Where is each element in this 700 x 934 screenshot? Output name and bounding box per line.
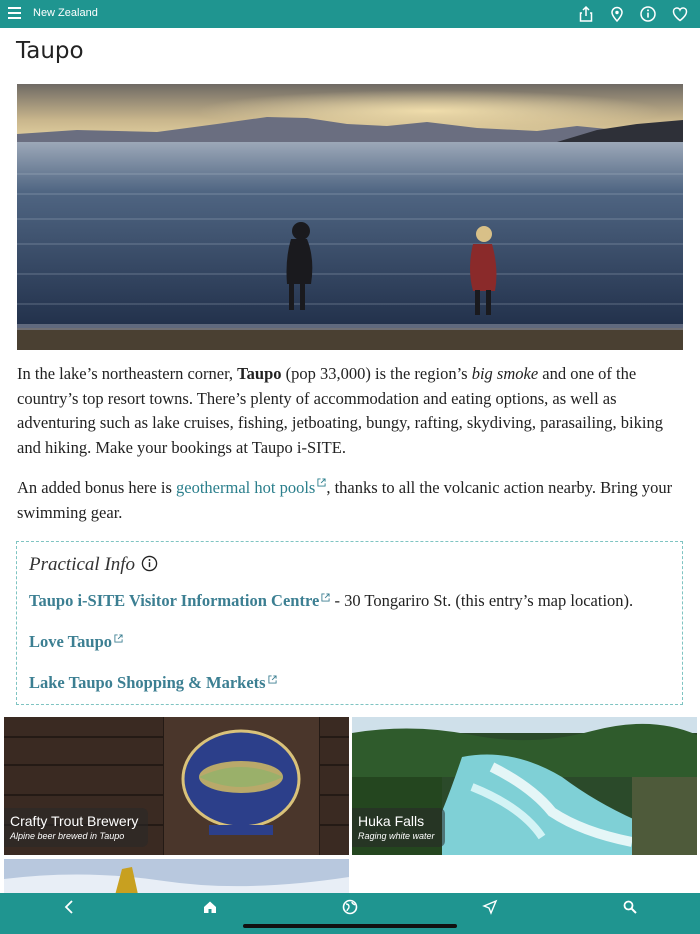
external-link-icon [268, 675, 277, 684]
intro-paragraph: In the lake’s northeastern corner, Taupo… [17, 362, 687, 460]
page-title: Taupo [16, 38, 84, 64]
info-icon[interactable] [639, 5, 657, 23]
menu-icon[interactable] [8, 7, 21, 21]
back-icon[interactable] [62, 899, 78, 915]
practical-info-box: Practical Info Taupo i-SITE Visitor Info… [16, 541, 683, 705]
practical-item-detail: - 30 Tongariro St. (this entry’s map loc… [330, 591, 634, 610]
bonus-paragraph: An added bonus here is geothermal hot po… [17, 476, 687, 525]
external-link-icon [114, 634, 123, 643]
search-icon[interactable] [622, 899, 638, 915]
heart-icon[interactable] [671, 5, 689, 23]
geothermal-link-label: geothermal hot pools [176, 478, 316, 497]
bonus-text-1: An added bonus here is [17, 478, 177, 497]
practical-info-title: Practical Info [29, 554, 136, 575]
share-icon[interactable] [577, 5, 595, 23]
love-taupo-link[interactable]: Love Taupo [29, 632, 123, 651]
map-pin-icon[interactable] [608, 5, 626, 23]
card-partial[interactable] [4, 859, 349, 893]
info-icon[interactable] [141, 555, 158, 572]
card-caption: Huka Falls Raging white water [352, 808, 445, 847]
hero-image [17, 84, 683, 350]
taupo-isite-link[interactable]: Taupo i-SITE Visitor Information Centre [29, 591, 330, 610]
card-subtitle: Raging white water [358, 831, 435, 841]
external-link-icon [321, 593, 330, 602]
globe-icon[interactable] [342, 899, 358, 915]
external-link-icon [317, 478, 326, 487]
card-subtitle: Alpine beer brewed in Taupo [10, 831, 125, 841]
card-crafty-trout-brewery[interactable]: Crafty Trout Brewery Alpine beer brewed … [4, 717, 349, 855]
card-title: Crafty Trout Brewery [10, 813, 139, 829]
lake-taupo-shopping-link[interactable]: Lake Taupo Shopping & Markets [29, 673, 277, 692]
app-bar-title: New Zealand [33, 7, 98, 19]
practical-info-heading: Practical Info [29, 554, 158, 576]
home-icon[interactable] [202, 899, 218, 915]
intro-text-1: In the lake’s northeastern corner, [17, 364, 238, 383]
lake-taupo-shopping-label: Lake Taupo Shopping & Markets [29, 673, 266, 692]
intro-italic: big smoke [471, 364, 539, 383]
practical-item: Taupo i-SITE Visitor Information Centre … [29, 591, 633, 611]
card-huka-falls[interactable]: Huka Falls Raging white water [352, 717, 697, 855]
card-partial-image [4, 859, 349, 893]
practical-item: Lake Taupo Shopping & Markets [29, 673, 277, 693]
navigate-icon[interactable] [482, 899, 498, 915]
geothermal-hot-pools-link[interactable]: geothermal hot pools [176, 478, 326, 497]
article-content[interactable]: Taupo In the lake’s northeastern corner,… [0, 28, 700, 893]
intro-text-2: (pop 33,000) is the region’s [281, 364, 472, 383]
taupo-isite-label: Taupo i-SITE Visitor Information Centre [29, 591, 320, 610]
card-title: Huka Falls [358, 813, 425, 829]
practical-item: Love Taupo [29, 632, 123, 652]
card-caption: Crafty Trout Brewery Alpine beer brewed … [4, 808, 149, 847]
love-taupo-label: Love Taupo [29, 632, 112, 651]
home-indicator [243, 924, 457, 928]
intro-bold: Taupo [237, 364, 282, 383]
top-app-bar: New Zealand [0, 0, 700, 28]
